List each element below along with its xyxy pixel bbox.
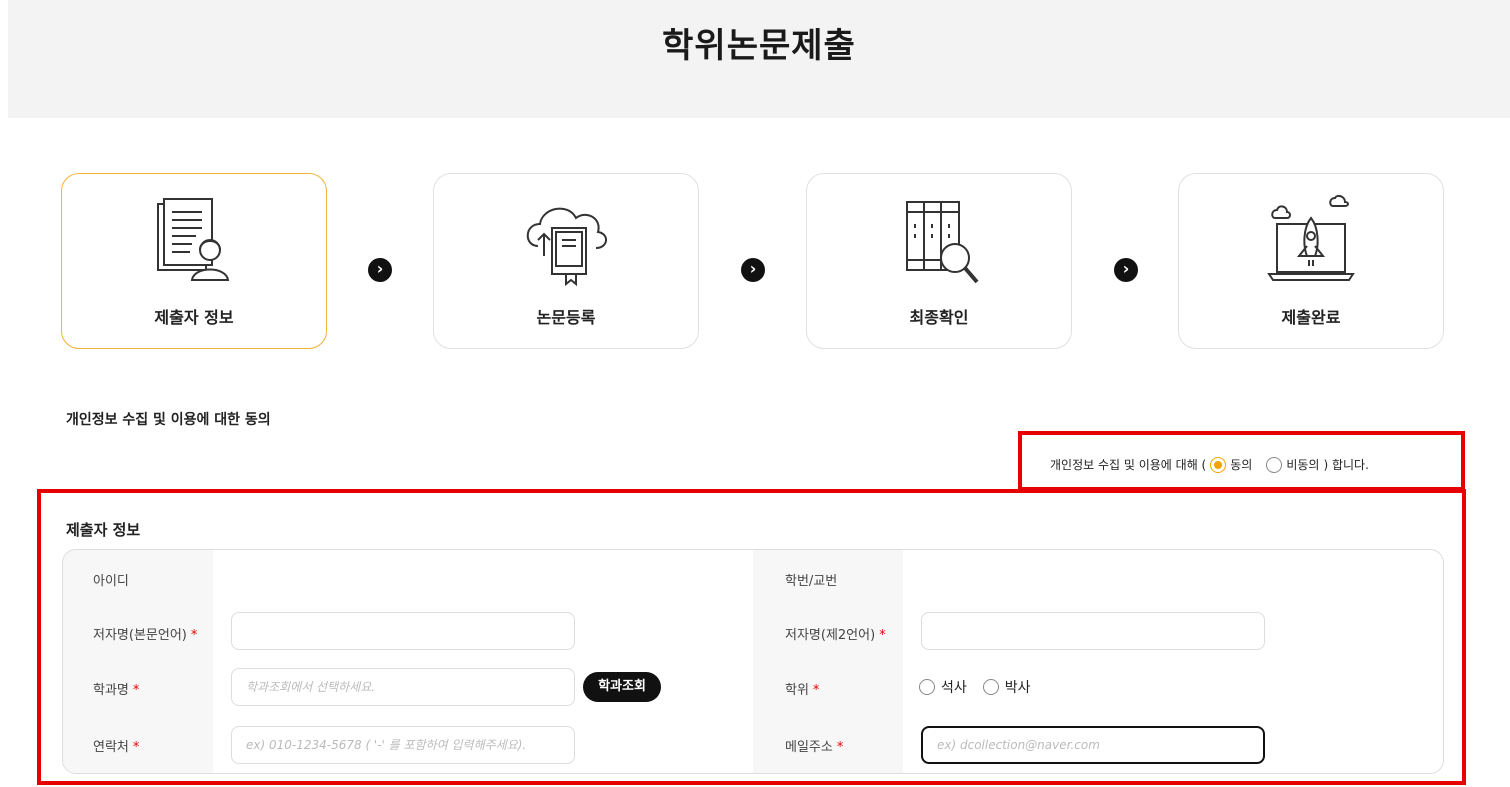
dept-search-button[interactable]: 학과조회 — [583, 672, 661, 702]
binder-search-icon — [889, 194, 989, 294]
step-arrow-icon: › — [368, 258, 392, 282]
consent-section-title: 개인정보 수집 및 이용에 대한 동의 — [66, 412, 271, 428]
consent-disagree-label[interactable]: 비동의 — [1286, 456, 1319, 473]
cloud-book-icon — [516, 194, 616, 294]
dept-label: 학과명 * — [93, 683, 140, 698]
step-final-check: 최종확인 — [806, 173, 1072, 349]
step-arrow-icon: › — [1114, 258, 1138, 282]
consent-prefix: 개인정보 수집 및 이용에 대해 ( — [1050, 458, 1207, 472]
author-main-input[interactable] — [231, 612, 575, 650]
step-label: 논문등록 — [536, 308, 596, 327]
step-label: 제출자 정보 — [154, 308, 234, 327]
author-second-label: 저자명(제2언어) * — [785, 628, 886, 643]
student-no-label: 학번/교번 — [785, 574, 838, 589]
author-second-input[interactable] — [921, 612, 1265, 650]
rocket-laptop-icon — [1261, 194, 1361, 294]
degree-radio-group: 석사 박사 — [919, 677, 1031, 697]
step-submit-complete: 제출완료 — [1178, 173, 1444, 349]
degree-doctor-radio[interactable] — [982, 679, 999, 695]
email-input[interactable]: ex) dcollection@naver.com — [921, 726, 1265, 764]
page-title: 학위논문제출 — [662, 26, 856, 66]
step-label: 제출완료 — [1281, 308, 1341, 327]
consent-radio-group: 개인정보 수집 및 이용에 대해 ( 동의 비동의 ) 합니다. — [1050, 456, 1369, 473]
consent-agree-label[interactable]: 동의 — [1230, 456, 1252, 473]
author-main-label: 저자명(본문언어) * — [93, 628, 198, 643]
id-label: 아이디 — [93, 574, 129, 589]
step-paper-registration: 논문등록 — [433, 173, 699, 349]
submitter-form: 아이디 학번/교번 저자명(본문언어) * 저자명(제2언어) * 학과명 * 학과조… — [62, 549, 1444, 774]
step-label: 최종확인 — [909, 308, 969, 327]
consent-suffix: ) 합니다. — [1323, 458, 1369, 472]
contact-input[interactable]: ex) 010-1234-5678 ( '-' 를 포함하여 입력해주세요). — [231, 726, 575, 764]
page-header: 학위논문제출 — [8, 0, 1510, 118]
degree-doctor-label[interactable]: 박사 — [1005, 677, 1031, 697]
step-submitter-info: 제출자 정보 — [61, 173, 327, 349]
submitter-section-title: 제출자 정보 — [66, 521, 141, 539]
document-person-icon — [144, 194, 244, 294]
degree-master-radio[interactable] — [919, 679, 935, 695]
email-label: 메일주소 * — [785, 740, 844, 755]
consent-disagree-radio[interactable] — [1266, 456, 1283, 473]
dept-input[interactable]: 학과조회에서 선택하세요. — [231, 668, 575, 706]
consent-agree-radio[interactable] — [1210, 456, 1227, 473]
contact-label: 연락처 * — [93, 740, 140, 755]
degree-label: 학위 * — [785, 683, 820, 698]
degree-master-label[interactable]: 석사 — [941, 677, 967, 697]
step-arrow-icon: › — [741, 258, 765, 282]
